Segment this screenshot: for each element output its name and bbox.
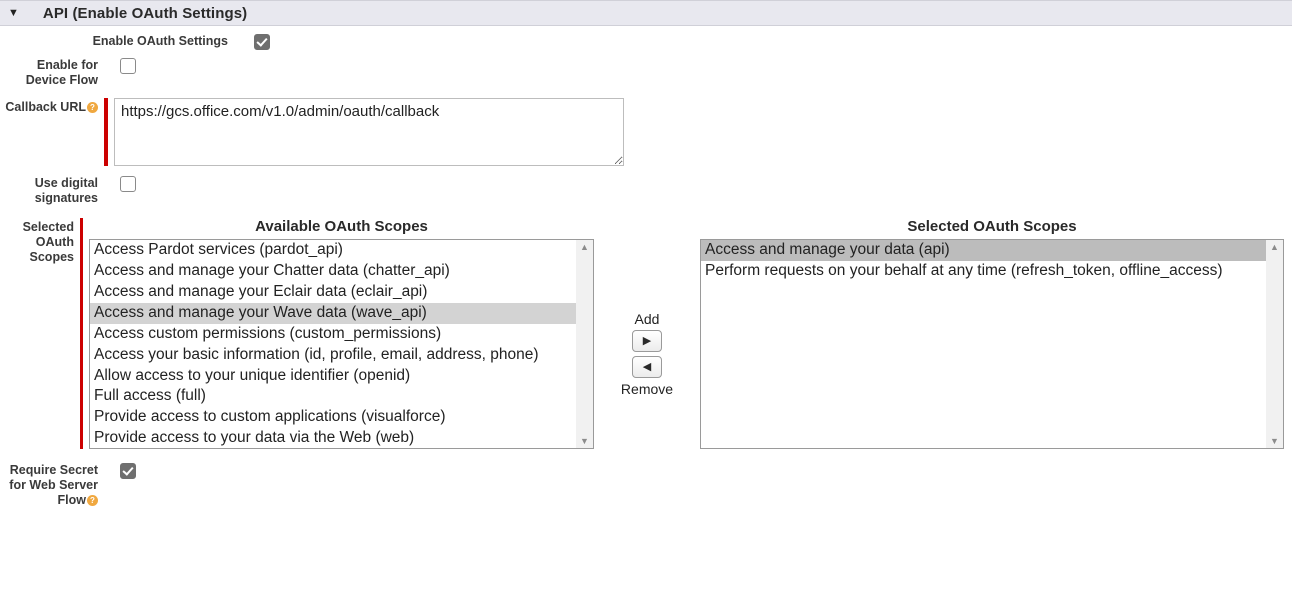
- row-callback-url: Callback URL?: [0, 98, 1284, 166]
- list-item[interactable]: Provide access to custom applications (v…: [90, 407, 576, 428]
- enable-oauth-checkbox[interactable]: [254, 34, 270, 50]
- scroll-up-icon[interactable]: ▲: [1270, 242, 1279, 252]
- add-label: Add: [635, 311, 660, 327]
- list-item[interactable]: Access your basic information (id, profi…: [90, 345, 576, 366]
- list-item[interactable]: Access custom permissions (custom_permis…: [90, 324, 576, 345]
- help-icon[interactable]: ?: [87, 495, 98, 506]
- scopes-picker: Available OAuth Scopes Access Pardot ser…: [89, 218, 1284, 449]
- available-scopes-listbox[interactable]: Access Pardot services (pardot_api)Acces…: [89, 239, 594, 449]
- row-require-secret: Require Secret for Web Server Flow?: [0, 461, 1284, 508]
- section-header[interactable]: ▼ API (Enable OAuth Settings): [0, 0, 1292, 26]
- list-item[interactable]: Provide access to your data via the Web …: [90, 428, 576, 448]
- device-flow-checkbox[interactable]: [120, 58, 136, 74]
- row-digital-signatures: Use digital signatures: [0, 174, 1284, 206]
- list-item[interactable]: Access Pardot services (pardot_api): [90, 240, 576, 261]
- list-item[interactable]: Perform requests on your behalf at any t…: [701, 261, 1266, 282]
- scrollbar[interactable]: ▲ ▼: [1266, 240, 1283, 448]
- list-item[interactable]: Access and manage your Chatter data (cha…: [90, 261, 576, 282]
- scroll-up-icon[interactable]: ▲: [580, 242, 589, 252]
- oauth-scopes-label: Selected OAuth Scopes: [0, 218, 76, 265]
- device-flow-label: Enable for Device Flow: [0, 56, 100, 88]
- remove-label: Remove: [621, 381, 673, 397]
- form-area: Enable OAuth Settings Enable for Device …: [0, 26, 1292, 528]
- selected-scopes-listbox[interactable]: Access and manage your data (api)Perform…: [700, 239, 1284, 449]
- list-item[interactable]: Access and manage your data (api): [701, 240, 1266, 261]
- callback-url-input[interactable]: [114, 98, 624, 166]
- require-secret-checkbox[interactable]: [120, 463, 136, 479]
- triangle-left-icon: ◀: [643, 360, 651, 373]
- digital-signatures-label: Use digital signatures: [0, 174, 100, 206]
- required-indicator: [104, 98, 108, 166]
- digital-signatures-checkbox[interactable]: [120, 176, 136, 192]
- required-indicator: [80, 218, 83, 449]
- scroll-down-icon[interactable]: ▼: [1270, 436, 1279, 446]
- scrollbar[interactable]: ▲ ▼: [576, 240, 593, 448]
- collapse-triangle-icon[interactable]: ▼: [8, 7, 19, 19]
- list-item[interactable]: Allow access to your unique identifier (…: [90, 366, 576, 387]
- remove-button[interactable]: ◀: [632, 356, 662, 378]
- add-button[interactable]: ▶: [632, 330, 662, 352]
- section-title: API (Enable OAuth Settings): [43, 5, 247, 22]
- available-scopes-column: Available OAuth Scopes Access Pardot ser…: [89, 218, 594, 449]
- selected-scopes-column: Selected OAuth Scopes Access and manage …: [700, 218, 1284, 449]
- available-scopes-title: Available OAuth Scopes: [89, 218, 594, 235]
- enable-oauth-label: Enable OAuth Settings: [0, 32, 230, 49]
- list-item[interactable]: Full access (full): [90, 386, 576, 407]
- require-secret-label: Require Secret for Web Server Flow?: [0, 461, 100, 508]
- list-item[interactable]: Access and manage your Wave data (wave_a…: [90, 303, 576, 324]
- row-device-flow: Enable for Device Flow: [0, 56, 1284, 88]
- help-icon[interactable]: ?: [87, 102, 98, 113]
- scope-transfer-buttons: Add ▶ ◀ Remove: [618, 218, 676, 449]
- selected-scopes-title: Selected OAuth Scopes: [700, 218, 1284, 235]
- callback-url-label: Callback URL?: [0, 98, 100, 115]
- list-item[interactable]: Access and manage your Eclair data (ecla…: [90, 282, 576, 303]
- scroll-down-icon[interactable]: ▼: [580, 436, 589, 446]
- row-enable-oauth: Enable OAuth Settings: [0, 32, 1284, 50]
- triangle-right-icon: ▶: [643, 334, 651, 347]
- row-oauth-scopes: Selected OAuth Scopes Available OAuth Sc…: [0, 218, 1284, 449]
